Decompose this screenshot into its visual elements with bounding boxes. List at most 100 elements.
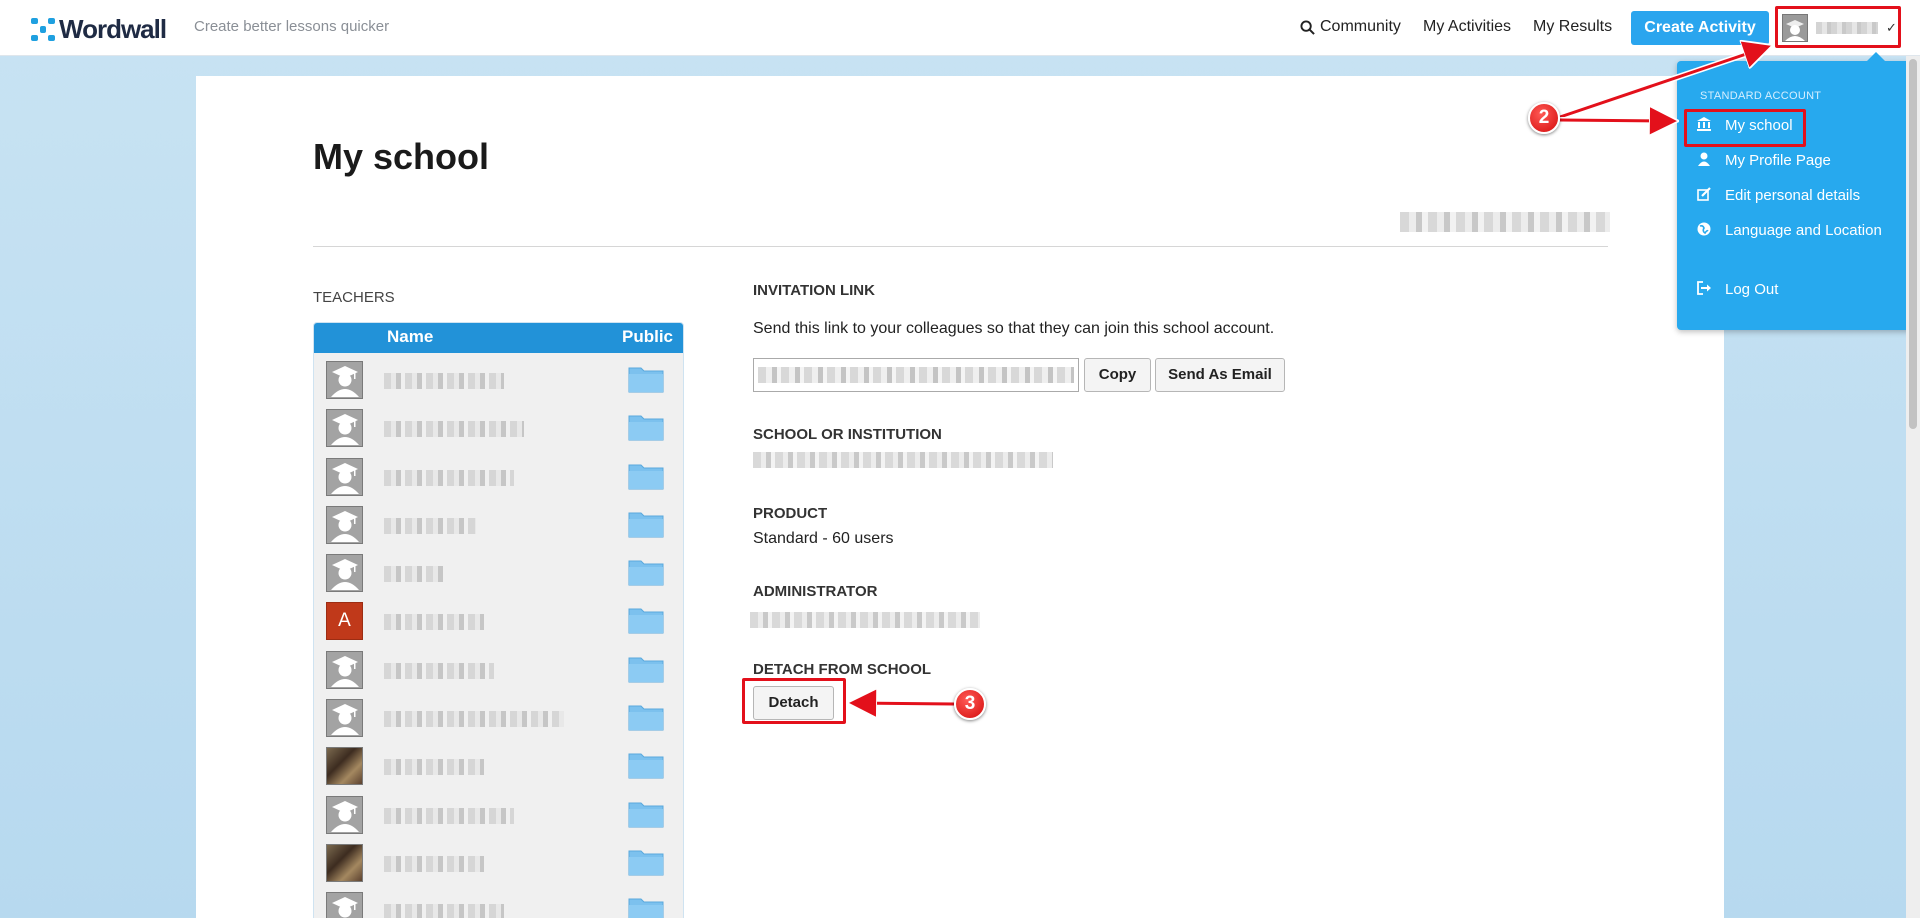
teacher-name-redacted — [384, 855, 484, 872]
folder-icon[interactable] — [628, 510, 664, 538]
menu-item-language-and-location[interactable]: Language and Location — [1696, 222, 1882, 239]
invitation-description: Send this link to your colleagues so tha… — [753, 320, 1275, 337]
table-row[interactable] — [314, 836, 683, 884]
send-as-email-button[interactable]: Send As Email — [1155, 358, 1285, 392]
teacher-name-redacted — [384, 517, 476, 534]
table-row[interactable] — [314, 450, 683, 498]
teacher-name-redacted — [384, 566, 444, 583]
menu-item-log-out[interactable]: Log Out — [1696, 281, 1778, 298]
teacher-name-redacted — [384, 807, 514, 824]
scrollbar-thumb[interactable] — [1909, 59, 1917, 429]
administrator-label: ADMINISTRATOR — [753, 583, 878, 600]
menu-item-label: My Profile Page — [1725, 152, 1831, 169]
tagline: Create better lessons quicker — [194, 18, 390, 35]
table-row[interactable] — [314, 643, 683, 691]
avatar — [326, 361, 363, 399]
menu-item-edit-personal-details[interactable]: Edit personal details — [1696, 187, 1860, 204]
avatar — [326, 699, 363, 738]
teacher-name-redacted — [384, 904, 504, 918]
product-label: PRODUCT — [753, 505, 828, 522]
teacher-name-redacted — [384, 373, 504, 389]
avatar: A — [326, 602, 363, 641]
table-row[interactable] — [314, 884, 683, 918]
folder-icon[interactable] — [628, 655, 664, 683]
account-dropdown-menu: STANDARD ACCOUNT My school My Profile Pa… — [1677, 52, 1915, 330]
create-activity-button[interactable]: Create Activity — [1631, 11, 1769, 45]
annotation-highlight-my-school — [1684, 109, 1806, 147]
teacher-name-redacted — [384, 421, 524, 438]
folder-icon[interactable] — [628, 606, 664, 634]
menu-item-my-profile-page[interactable]: My Profile Page — [1696, 152, 1831, 169]
logout-icon — [1696, 281, 1712, 298]
search-icon — [1300, 19, 1315, 35]
nav-community[interactable]: Community — [1300, 18, 1401, 36]
school-name-redacted — [1400, 212, 1610, 232]
teachers-label: TEACHERS — [313, 289, 395, 306]
table-row[interactable] — [314, 546, 683, 594]
avatar — [326, 554, 363, 593]
avatar — [326, 795, 363, 834]
edit-icon — [1696, 187, 1712, 204]
logo-icon — [31, 17, 55, 42]
logo-text: Wordwall — [59, 14, 167, 44]
avatar — [326, 505, 363, 544]
annotation-highlight-detach — [742, 678, 846, 724]
administrator-value-redacted — [750, 612, 980, 628]
table-row[interactable] — [314, 353, 683, 401]
school-value-redacted — [753, 452, 1053, 468]
globe-icon — [1696, 222, 1712, 239]
teachers-table-header: Name Public — [314, 323, 683, 353]
menu-item-label: Language and Location — [1725, 222, 1882, 239]
table-row[interactable] — [314, 401, 683, 449]
folder-icon[interactable] — [628, 462, 664, 490]
avatar — [326, 747, 363, 786]
nav-my-activities[interactable]: My Activities — [1423, 18, 1511, 36]
avatar — [326, 892, 363, 918]
teacher-name-redacted — [384, 614, 484, 631]
account-type-label: STANDARD ACCOUNT — [1700, 90, 1822, 102]
menu-item-label: Edit personal details — [1725, 187, 1861, 204]
folder-icon[interactable] — [628, 896, 664, 918]
table-row[interactable]: A — [314, 594, 683, 642]
annotation-highlight-user-menu — [1775, 6, 1901, 48]
top-navigation-bar: Wordwall Create better lessons quicker C… — [0, 0, 1920, 56]
invitation-link-label: INVITATION LINK — [753, 282, 875, 299]
divider — [313, 246, 1608, 247]
folder-icon[interactable] — [628, 751, 664, 779]
folder-icon[interactable] — [628, 848, 664, 876]
teacher-name-redacted — [384, 711, 564, 728]
wordwall-logo[interactable]: Wordwall — [31, 14, 167, 45]
annotation-step-3-badge: 3 — [954, 688, 986, 720]
teacher-name-redacted — [384, 662, 494, 679]
folder-icon[interactable] — [628, 703, 664, 731]
product-value: Standard - 60 users — [753, 530, 894, 547]
teacher-name-redacted — [384, 469, 514, 486]
column-header-public[interactable]: Public — [622, 327, 673, 347]
copy-button[interactable]: Copy — [1084, 358, 1151, 392]
table-row[interactable] — [314, 498, 683, 546]
teacher-name-redacted — [384, 759, 484, 776]
user-icon — [1696, 152, 1712, 169]
teachers-table-body: A — [314, 353, 683, 918]
nav-my-results[interactable]: My Results — [1533, 18, 1612, 36]
table-row[interactable] — [314, 739, 683, 787]
avatar — [326, 457, 363, 496]
school-label: SCHOOL OR INSTITUTION — [753, 426, 942, 443]
folder-icon[interactable] — [628, 800, 664, 828]
table-row[interactable] — [314, 691, 683, 739]
table-row[interactable] — [314, 788, 683, 836]
avatar — [326, 843, 363, 882]
detach-label: DETACH FROM SCHOOL — [753, 661, 932, 678]
menu-item-label: Log Out — [1725, 281, 1779, 298]
nav-community-label: Community — [1320, 18, 1401, 35]
teachers-table: Name Public A — [313, 322, 684, 918]
invitation-link-field[interactable] — [753, 358, 1079, 392]
page-scrollbar[interactable] — [1906, 56, 1920, 918]
avatar — [326, 650, 363, 689]
folder-icon[interactable] — [628, 413, 664, 441]
column-header-name[interactable]: Name — [387, 327, 433, 347]
folder-icon[interactable] — [628, 558, 664, 586]
page-title: My school — [313, 136, 490, 177]
annotation-step-2-badge: 2 — [1528, 102, 1560, 134]
folder-icon[interactable] — [628, 365, 664, 393]
